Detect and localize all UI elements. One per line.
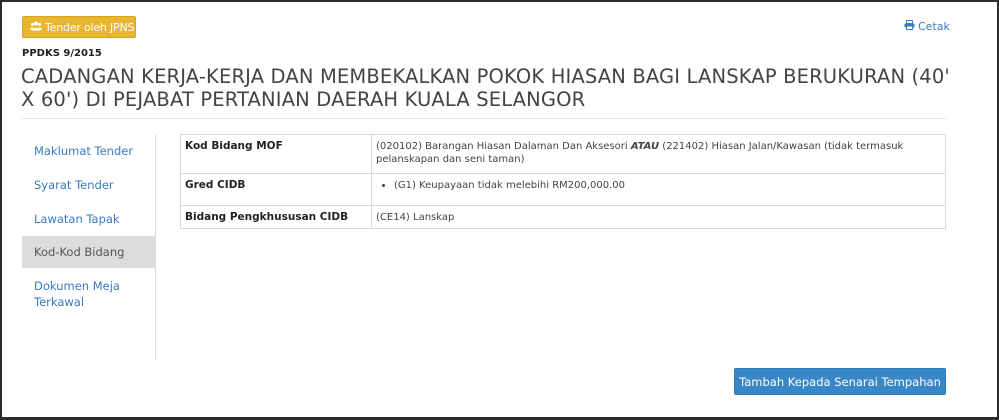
users-icon [30, 21, 45, 34]
cidb-grade-list: (G1) Keupayaan tidak melebihi RM200,000.… [376, 179, 941, 192]
title-divider [22, 118, 946, 119]
tender-reference-number: PPDKS 9/2015 [22, 48, 102, 59]
sidebar-item-syarat-tender[interactable]: Syarat Tender [22, 168, 155, 202]
sidebar-item-maklumat-tender[interactable]: Maklumat Tender [22, 134, 155, 168]
cidb-grade-value: (G1) Keupayaan tidak melebihi RM200,000.… [371, 173, 946, 206]
sidebar-item-dokumen-meja-terkawal[interactable]: Dokumen Meja Terkawal [22, 268, 155, 312]
page-title: CADANGAN KERJA-KERJA DAN MEMBEKALKAN POK… [21, 65, 950, 111]
cidb-specialization-label: Bidang Pengkhususan CIDB [180, 205, 372, 229]
table-row-cidb-specialization: Bidang Pengkhususan CIDB (CE14) Lanskap [180, 205, 946, 229]
cidb-specialization-value: (CE14) Lanskap [371, 205, 946, 229]
mof-label: Kod Bidang MOF [180, 134, 372, 174]
printer-icon [904, 20, 918, 33]
print-link[interactable]: Cetak [904, 20, 950, 33]
badge-label: Tender oleh JPNS [45, 20, 135, 34]
add-to-booking-list-button[interactable]: Tambah Kepada Senarai Tempahan [734, 368, 946, 395]
table-row-mof: Kod Bidang MOF (020102) Barangan Hiasan … [180, 134, 946, 174]
sidebar-item-kod-kod-bidang[interactable]: Kod-Kod Bidang [22, 236, 155, 268]
tender-by-jpns-badge: Tender oleh JPNS [22, 16, 136, 38]
cidb-grade-label: Gred CIDB [180, 173, 372, 206]
list-item: (G1) Keupayaan tidak melebihi RM200,000.… [394, 179, 941, 192]
mof-connector: ATAU [630, 141, 660, 152]
mof-code-part1: (020102) Barangan Hiasan Dalaman Dan Aks… [376, 141, 631, 152]
print-label: Cetak [918, 20, 950, 33]
table-row-cidb-grade: Gred CIDB (G1) Keupayaan tidak melebihi … [180, 173, 946, 206]
sidebar-nav: Maklumat Tender Syarat Tender Lawatan Ta… [22, 134, 156, 360]
codes-table: Kod Bidang MOF (020102) Barangan Hiasan … [180, 134, 946, 229]
mof-value: (020102) Barangan Hiasan Dalaman Dan Aks… [371, 134, 946, 174]
sidebar-item-lawatan-tapak[interactable]: Lawatan Tapak [22, 202, 155, 236]
